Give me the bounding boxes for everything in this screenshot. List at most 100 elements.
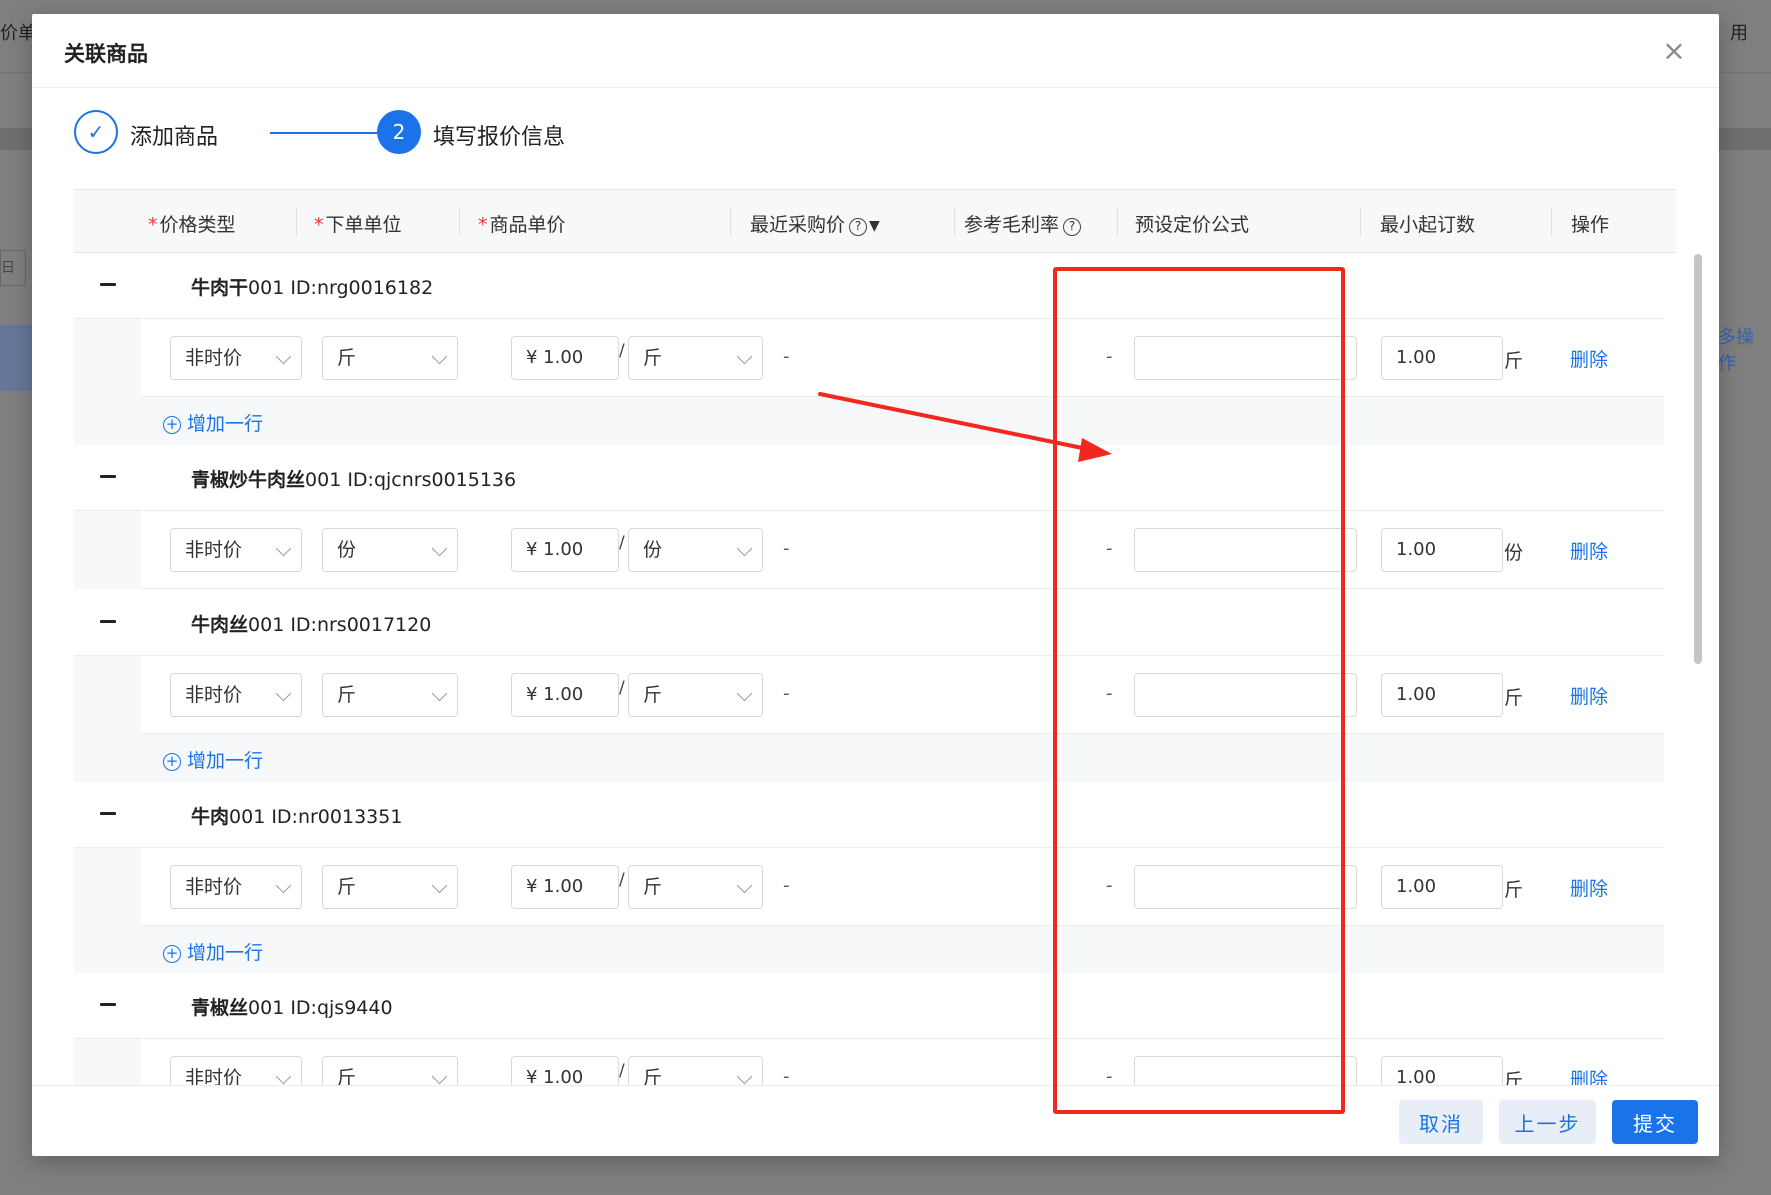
chevron-down-icon [736, 877, 753, 894]
steps: ✓ 添加商品 2 填写报价信息 [74, 110, 974, 154]
price-separator: / [619, 1061, 625, 1081]
recent-purchase-value: - [783, 538, 790, 559]
col-order-unit: * 下单单位 [314, 214, 402, 236]
unit-price-input[interactable]: ¥ 1.00 [511, 336, 619, 380]
min-order-unit: 斤 [1504, 879, 1524, 901]
recent-purchase-value: - [783, 1066, 790, 1087]
ref-margin-value: - [1106, 683, 1113, 704]
unit-price-input[interactable]: ¥ 1.00 [511, 673, 619, 717]
recent-purchase-value: - [783, 346, 790, 367]
modal-footer: 取消 上一步 提交 [32, 1085, 1719, 1156]
collapse-icon[interactable] [99, 804, 117, 822]
ref-margin-value: - [1106, 1066, 1113, 1087]
preset-formula-input[interactable] [1134, 673, 1357, 717]
group-indent [74, 848, 141, 976]
close-icon[interactable]: × [1659, 36, 1689, 66]
min-order-unit: 斤 [1504, 350, 1524, 372]
chevron-down-icon [275, 540, 292, 557]
price-type-select[interactable]: 非时价 [170, 528, 302, 572]
col-separator [730, 208, 731, 236]
group-indent [74, 319, 141, 445]
product-group-header: 牛肉干001 ID:nrg0016182 [74, 253, 1664, 319]
ref-margin-value: - [1106, 346, 1113, 367]
price-unit-select[interactable]: 斤 [628, 336, 763, 380]
price-type-select[interactable]: 非时价 [170, 865, 302, 909]
col-price-type: * 价格类型 [148, 214, 236, 236]
price-unit-select[interactable]: 斤 [628, 673, 763, 717]
product-title: 牛肉001 ID:nr0013351 [191, 806, 403, 828]
filter-icon[interactable]: ▼ [869, 218, 880, 234]
modal-header: 关联商品 × [32, 14, 1719, 88]
min-order-input[interactable]: 1.00 [1381, 528, 1503, 572]
table-row: 非时价 斤 ¥ 1.00 / 斤 - - 1.00 斤 删除 [141, 848, 1664, 926]
preset-formula-input[interactable] [1134, 336, 1357, 380]
preset-formula-input[interactable] [1134, 865, 1357, 909]
col-ref-margin: 参考毛利率? [964, 210, 1082, 237]
col-separator [954, 208, 955, 236]
delete-link[interactable]: 删除 [1570, 537, 1608, 564]
min-order-input[interactable]: 1.00 [1381, 336, 1503, 380]
price-separator: / [619, 533, 625, 553]
table-row: 非时价 份 ¥ 1.00 / 份 - - 1.00 份 删除 [141, 511, 1664, 589]
delete-link[interactable]: 删除 [1570, 874, 1608, 901]
backdrop-more-actions: 多操作 [1718, 327, 1754, 374]
group-indent [74, 656, 141, 784]
order-unit-select[interactable]: 斤 [322, 336, 458, 380]
unit-price-input[interactable]: ¥ 1.00 [511, 528, 619, 572]
price-unit-select[interactable]: 份 [628, 528, 763, 572]
previous-step-button[interactable]: 上一步 [1499, 1100, 1596, 1144]
table-scrollbar[interactable] [1694, 254, 1702, 664]
chevron-down-icon [736, 540, 753, 557]
help-icon[interactable]: ? [849, 218, 868, 236]
col-preset-formula: 预设定价公式 [1135, 214, 1250, 236]
plus-circle-icon: + [163, 416, 181, 434]
add-row: + 增加一行 [141, 397, 1664, 447]
add-row-button[interactable]: + 增加一行 [163, 938, 263, 965]
delete-link[interactable]: 删除 [1570, 682, 1608, 709]
preset-formula-input[interactable] [1134, 528, 1357, 572]
collapse-icon[interactable] [99, 467, 117, 485]
submit-button[interactable]: 提交 [1612, 1100, 1698, 1144]
link-products-modal: 关联商品 × ✓ 添加商品 2 填写报价信息 * 价格类型 * 下单单位 * 商品单价… [32, 14, 1719, 1156]
add-row: + 增加一行 [141, 734, 1664, 784]
ref-margin-value: - [1106, 538, 1113, 559]
cancel-button[interactable]: 取消 [1399, 1100, 1483, 1144]
backdrop-date-box: 日 [0, 250, 26, 286]
backdrop-text-right: 用 [1730, 23, 1748, 44]
col-unit-price: * 商品单价 [478, 214, 566, 236]
col-separator [459, 208, 460, 236]
step-add-products-label: 添加商品 [130, 125, 219, 150]
check-icon: ✓ [74, 110, 118, 154]
chevron-down-icon [431, 1068, 448, 1085]
chevron-down-icon [431, 348, 448, 365]
price-unit-select[interactable]: 斤 [628, 865, 763, 909]
ref-margin-value: - [1106, 875, 1113, 896]
collapse-icon[interactable] [99, 995, 117, 1013]
chevron-down-icon [275, 877, 292, 894]
unit-price-input[interactable]: ¥ 1.00 [511, 865, 619, 909]
collapse-icon[interactable] [99, 612, 117, 630]
min-order-unit: 斤 [1504, 687, 1524, 709]
price-separator: / [619, 341, 625, 361]
price-type-select[interactable]: 非时价 [170, 336, 302, 380]
price-type-select[interactable]: 非时价 [170, 673, 302, 717]
min-order-input[interactable]: 1.00 [1381, 865, 1503, 909]
group-indent [74, 511, 141, 589]
col-separator [1117, 208, 1118, 236]
product-title: 牛肉丝001 ID:nrs0017120 [191, 614, 432, 636]
chevron-down-icon [736, 1068, 753, 1085]
add-row-button[interactable]: + 增加一行 [163, 409, 263, 436]
product-title: 青椒丝001 ID:qjs9440 [191, 997, 393, 1019]
table-body: 牛肉干001 ID:nrg0016182 非时价 斤 ¥ 1.00 / 斤 - … [74, 253, 1676, 1099]
help-icon[interactable]: ? [1063, 218, 1082, 236]
collapse-icon[interactable] [99, 275, 117, 293]
add-row-button[interactable]: + 增加一行 [163, 746, 263, 773]
order-unit-select[interactable]: 斤 [322, 673, 458, 717]
backdrop-text-left: 价单 [0, 23, 36, 44]
step-2-indicator: 2 [377, 110, 421, 154]
min-order-input[interactable]: 1.00 [1381, 673, 1503, 717]
order-unit-select[interactable]: 份 [322, 528, 458, 572]
delete-link[interactable]: 删除 [1570, 345, 1608, 372]
order-unit-select[interactable]: 斤 [322, 865, 458, 909]
table-row: 非时价 斤 ¥ 1.00 / 斤 - - 1.00 斤 删除 [141, 656, 1664, 734]
